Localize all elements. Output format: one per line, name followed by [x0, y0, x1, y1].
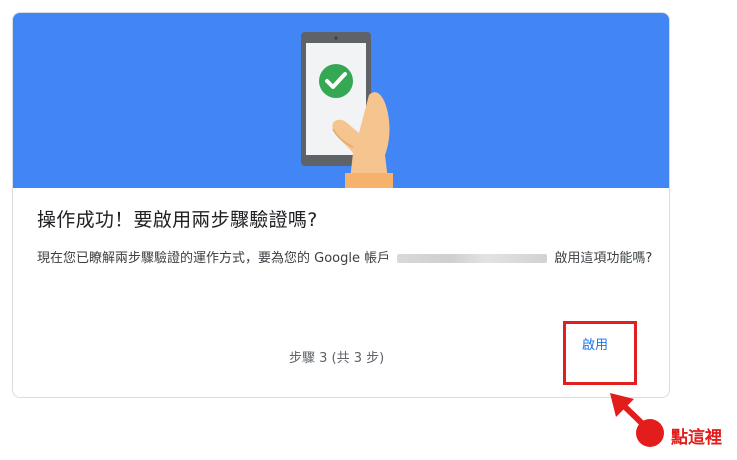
- hero-banner: [13, 13, 669, 188]
- dialog-description: 現在您已瞭解兩步驟驗證的運作方式，要為您的 Google 帳戶 啟用這項功能嗎?: [37, 249, 657, 269]
- step-indicator: 步驟 3 (共 3 步): [289, 351, 385, 366]
- annotation-label: 點這裡: [671, 428, 722, 448]
- enable-button[interactable]: 啟用: [563, 332, 627, 354]
- redacted-email: [397, 254, 548, 263]
- annotation-arrow-icon: [610, 393, 664, 447]
- dialog-title: 操作成功！要啟用兩步驟驗證嗎?: [37, 209, 318, 231]
- description-text-start: 現在您已瞭解兩步驟驗證的運作方式，要為您的 Google 帳戶: [37, 251, 391, 266]
- screenshot-stage: 操作成功！要啟用兩步驟驗證嗎? 現在您已瞭解兩步驟驗證的運作方式，要為您的 Go…: [0, 0, 737, 460]
- description-text-end: 啟用這項功能嗎?: [554, 251, 653, 266]
- phone-check-icon: [301, 32, 393, 188]
